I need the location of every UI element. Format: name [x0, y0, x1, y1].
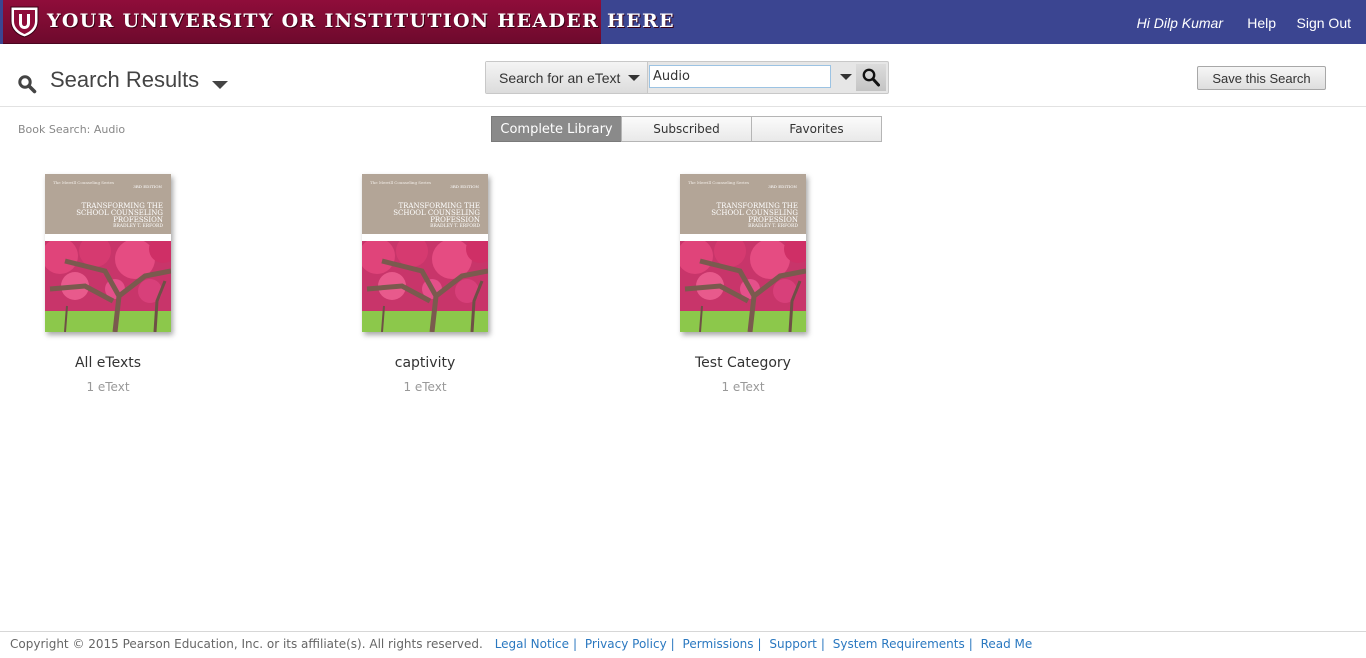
collection-name[interactable]: Test Category — [643, 355, 843, 371]
cover-author: BRADLEY T. ERFORD — [748, 224, 798, 229]
cover-photo — [45, 241, 171, 332]
collection-name[interactable]: captivity — [325, 355, 525, 371]
chevron-down-icon[interactable] — [212, 81, 228, 89]
top-bar: Your University or Institution Header He… — [0, 0, 1366, 44]
cover-edition: 3RD EDITION — [768, 184, 797, 189]
collection-name[interactable]: All eTexts — [8, 355, 208, 371]
cover-series: The Merrill Counseling Series — [370, 180, 432, 185]
cover-title: TRANSFORMING THE SCHOOL COUNSELING PROFE… — [76, 202, 163, 224]
copyright-text: Copyright © 2015 Pearson Education, Inc.… — [10, 637, 483, 651]
collection-tile[interactable]: The Merrill Counseling Series 3RD EDITIO… — [8, 174, 208, 404]
page-title[interactable]: Search Results — [50, 67, 199, 93]
cover-title: TRANSFORMING THE SCHOOL COUNSELING PROFE… — [393, 202, 480, 224]
search-scope-label: Search for an eText — [499, 70, 621, 86]
book-cover[interactable]: The Merrill Counseling Series 3RD EDITIO… — [45, 174, 171, 332]
book-cover[interactable]: The Merrill Counseling Series 3RD EDITIO… — [362, 174, 488, 332]
cover-author: BRADLEY T. ERFORD — [430, 224, 480, 229]
shield-logo-icon — [10, 6, 39, 38]
legal-notice-link[interactable]: Legal Notice — [495, 637, 569, 651]
read-me-link[interactable]: Read Me — [981, 637, 1033, 651]
banner-title: Your University or Institution Header He… — [47, 10, 675, 32]
search-bar: Search for an eText — [485, 61, 889, 94]
search-results-icon — [18, 75, 37, 94]
user-greeting: Hi Dilp Kumar — [1136, 15, 1223, 31]
breadcrumb: Book Search: Audio — [18, 123, 126, 136]
footer: Copyright © 2015 Pearson Education, Inc.… — [0, 631, 1366, 658]
magnifier-icon — [862, 68, 880, 87]
collection-count: 1 eText — [86, 380, 130, 394]
privacy-policy-link[interactable]: Privacy Policy — [585, 637, 667, 651]
tab-favorites[interactable]: Favorites — [751, 116, 882, 142]
search-button[interactable] — [856, 64, 886, 91]
collection-count: 1 eText — [721, 380, 765, 394]
search-scope-dropdown[interactable]: Search for an eText — [486, 62, 648, 93]
cover-author: BRADLEY T. ERFORD — [113, 224, 163, 229]
cover-series: The Merrill Counseling Series — [688, 180, 750, 185]
collection-tile[interactable]: The Merrill Counseling Series 3RD EDITIO… — [643, 174, 843, 404]
support-link[interactable]: Support — [769, 637, 816, 651]
cover-edition: 3RD EDITION — [450, 184, 479, 189]
help-link[interactable]: Help — [1247, 15, 1276, 31]
cover-series: The Merrill Counseling Series — [53, 180, 115, 185]
save-search-button[interactable]: Save this Search — [1197, 66, 1326, 90]
collection-count: 1 eText — [403, 380, 447, 394]
cover-title: TRANSFORMING THE SCHOOL COUNSELING PROFE… — [711, 202, 798, 224]
search-input[interactable] — [649, 65, 831, 88]
chevron-down-icon — [628, 75, 640, 81]
book-cover[interactable]: The Merrill Counseling Series 3RD EDITIO… — [680, 174, 806, 332]
cover-photo — [362, 241, 488, 332]
search-results-header: Search Results Search for an eText Save … — [0, 44, 1366, 107]
system-requirements-link[interactable]: System Requirements — [833, 637, 965, 651]
library-tabs: Complete Library Subscribed Favorites — [491, 116, 882, 142]
cover-photo — [680, 241, 806, 332]
tab-complete-library[interactable]: Complete Library — [491, 116, 622, 142]
institution-banner: Your University or Institution Header He… — [3, 0, 674, 44]
tab-subscribed[interactable]: Subscribed — [621, 116, 752, 142]
cover-edition: 3RD EDITION — [133, 184, 162, 189]
permissions-link[interactable]: Permissions — [683, 637, 754, 651]
search-history-chevron-icon[interactable] — [840, 74, 852, 80]
sign-out-link[interactable]: Sign Out — [1297, 15, 1351, 31]
collection-tile[interactable]: The Merrill Counseling Series 3RD EDITIO… — [325, 174, 525, 404]
